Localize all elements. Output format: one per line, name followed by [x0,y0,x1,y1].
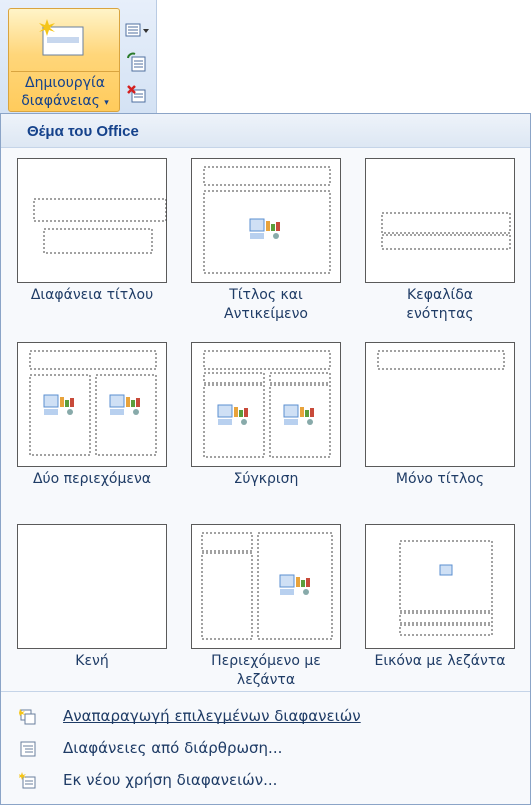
title-content-thumb-icon [203,166,331,274]
reuse-slides-icon [19,772,36,789]
layout-icon [125,23,149,37]
reset-icon [127,52,146,72]
layout-label: Σύγκριση [233,471,299,487]
section-header-thumb-icon [381,212,511,250]
reuse-slides-label: Εκ νέου χρήση διαφανειών... [63,771,278,789]
layout-button[interactable] [124,18,150,44]
layout-thumbnail [191,342,341,467]
reuse-slides-item[interactable]: Εκ νέου χρήση διαφανειών... [1,767,530,795]
duplicate-slides-label: Αναπαραγωγή επιλεγμένων διαφανειών [63,707,361,725]
new-slide-button[interactable]: Δημιουργία διαφάνειας ▾ [8,8,120,112]
reset-button[interactable] [124,50,150,76]
blank-thumb-icon [18,525,168,650]
duplicate-slides-item[interactable]: Αναπαραγωγή επιλεγμένων διαφανειών [1,703,530,731]
new-slide-icon [37,17,87,57]
layout-label: Δύο περιεχόμενα [32,471,152,487]
layout-label: Κενή [75,653,109,669]
layout-label: Περιεχόμενο με λεζάντα [211,653,321,688]
layout-thumbnail [191,158,341,283]
content-caption-thumb-icon [201,532,333,640]
new-slide-label: Δημιουργία διαφάνειας ▾ [11,71,119,111]
title-slide-thumb-icon [33,198,167,254]
title-only-thumb-icon [377,350,505,370]
new-slide-label-line2: διαφάνειας ▾ [11,92,119,112]
layout-thumbnail [365,342,515,467]
layout-label: Κεφαλίδα ενότητας [406,287,474,322]
new-slide-label-text: διαφάνειας [21,93,100,109]
layout-thumbnail [365,524,515,649]
layout-thumbnail [191,524,341,649]
layout-label: Τίτλος και Αντικείμενο [224,287,308,322]
layout-label: Διαφάνεια τίτλου [30,287,154,303]
layout-label: Μόνο τίτλος [395,471,485,487]
chevron-down-icon: ▾ [104,98,109,108]
delete-slide-icon [127,85,146,103]
layout-label: Εικόνα με λεζάντα [374,653,506,669]
layout-thumbnail [17,158,167,283]
picture-caption-thumb-icon [399,540,493,636]
duplicate-slides-icon [19,709,36,725]
layout-gallery: Θέμα του Office Διαφάνεια τίτλου Τίτλος … [0,113,531,805]
two-content-thumb-icon [29,350,157,456]
gallery-title: Θέμα του Office [27,123,139,140]
layout-thumbnail [17,524,167,649]
layout-thumbnail [17,342,167,467]
delete-slide-button[interactable] [124,82,150,108]
gallery-header: Θέμα του Office [1,114,530,148]
outline-icon [20,741,36,757]
slides-from-outline-label: Διαφάνειες από διάρθρωση... [63,739,283,757]
slides-from-outline-item[interactable]: Διαφάνειες από διάρθρωση... [1,735,530,763]
comparison-thumb-icon [203,350,331,458]
slides-ribbon-group: Δημιουργία διαφάνειας ▾ [0,0,157,113]
menu-separator [1,691,530,692]
new-slide-label-line1: Δημιουργία [25,75,105,91]
layout-thumbnail [365,158,515,283]
